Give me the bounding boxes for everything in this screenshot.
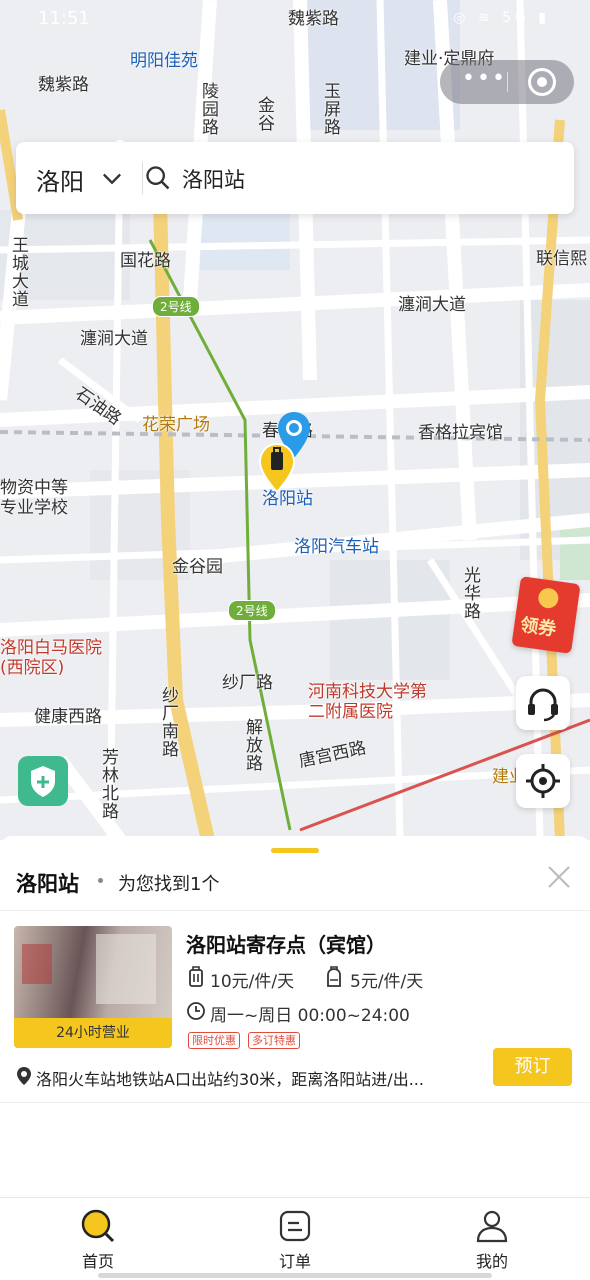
tab-home[interactable]: 首页	[0, 1198, 196, 1280]
shield-icon	[31, 766, 55, 797]
map-label: 国花路	[120, 251, 171, 271]
locate-me-button[interactable]	[516, 754, 570, 808]
map-label: 健康西路	[34, 707, 102, 727]
chevron-down-icon[interactable]	[98, 164, 126, 192]
customer-service-button[interactable]	[516, 676, 570, 730]
map-label: 香格拉宾馆	[418, 423, 503, 443]
tab-home-label: 首页	[81, 1252, 114, 1271]
map-label: 王城大道	[8, 236, 28, 308]
map-label: 瀍涧大道	[80, 329, 148, 349]
home-indicator[interactable]	[98, 1273, 492, 1278]
metro-line-badge: 2号线	[152, 296, 200, 317]
locate-icon	[526, 764, 560, 798]
map-label: 河南科技大学第二附属医院	[308, 682, 427, 722]
promo-tag: 限时优惠	[188, 1032, 240, 1049]
map-label: 玉屏路	[320, 82, 340, 136]
sheet-drag-handle[interactable]	[271, 848, 319, 853]
backpack-price: 5元/件/天	[350, 972, 424, 992]
city-selector[interactable]: 洛阳	[36, 162, 84, 197]
miniprogram-capsule: •••	[440, 60, 574, 104]
backpack-icon	[327, 966, 341, 987]
search-icon	[146, 166, 170, 190]
divider	[142, 162, 143, 194]
status-icons: ◎ ≋ 5G ▮	[453, 10, 550, 26]
luggage-price: 10元/件/天	[210, 972, 295, 992]
insurance-button[interactable]	[18, 756, 68, 806]
headset-icon	[528, 688, 558, 722]
map-label: 联信熙	[536, 249, 587, 269]
map-label: 陵园路	[198, 82, 218, 136]
search-input[interactable]: 洛阳站	[182, 164, 245, 194]
map-label: 纱厂南路	[158, 686, 178, 758]
map-label: 洛阳白马医院(西院区)	[0, 638, 102, 678]
result-sheet: 洛阳站 为您找到1个 24小时营业 洛阳站寄存点（宾馆） 10元/件/天 5元/…	[0, 836, 590, 1198]
map-label: 花荣广场	[142, 415, 210, 435]
map-label: 光华路	[460, 566, 480, 620]
book-button[interactable]: 预订	[493, 1048, 572, 1086]
map-label: 芳林北路	[98, 748, 118, 820]
map-label: 金谷	[254, 96, 274, 132]
separator-dot	[98, 878, 103, 883]
map-label: 瀍涧大道	[398, 295, 466, 315]
map-label: 魏紫路	[38, 75, 89, 95]
store-name: 洛阳站寄存点（宾馆）	[186, 933, 386, 957]
coupon-coin-icon	[537, 586, 560, 610]
metro-line-badge: 2号线	[228, 600, 276, 621]
close-miniprogram-icon[interactable]	[528, 68, 556, 96]
coupon-button[interactable]: 领券	[511, 576, 581, 654]
coupon-label: 领券	[518, 614, 558, 641]
order-list-icon	[279, 1210, 311, 1242]
map-label: 纱厂路	[222, 673, 273, 693]
map-label: 魏紫路	[288, 9, 339, 29]
map-label: 明阳佳苑	[130, 51, 198, 71]
search-bar: 洛阳 洛阳站	[16, 142, 574, 214]
divider	[0, 1102, 590, 1103]
map-view[interactable]: 11:51 ◎ ≋ 5G ▮ 魏紫路 明阳佳苑 陵园路 金谷 玉屏路 魏紫路 建…	[0, 0, 590, 840]
map-label: 物资中等专业学校	[0, 478, 68, 518]
suitcase-icon	[189, 966, 203, 987]
hours-badge: 24小时营业	[14, 1018, 172, 1048]
location-pin-icon	[17, 1067, 31, 1085]
result-count: 为您找到1个	[118, 874, 220, 895]
tab-orders[interactable]: 订单	[197, 1198, 393, 1280]
status-time: 11:51	[38, 8, 90, 29]
more-icon[interactable]: •••	[462, 66, 507, 91]
user-icon	[476, 1210, 508, 1243]
map-label: 解放路	[242, 718, 262, 772]
open-hours: 周一~周日 00:00~24:00	[210, 1006, 410, 1026]
tab-mine[interactable]: 我的	[394, 1198, 590, 1280]
capsule-divider	[507, 72, 508, 92]
tab-orders-label: 订单	[278, 1252, 311, 1271]
close-icon[interactable]	[546, 864, 572, 890]
promo-tag: 多订特惠	[248, 1032, 300, 1049]
map-label: 金谷园	[172, 557, 223, 577]
tab-mine-label: 我的	[475, 1252, 508, 1271]
tab-bar: 首页 订单 我的	[0, 1197, 590, 1280]
luggage-pin-icon[interactable]	[258, 442, 296, 494]
store-photo: 24小时营业	[14, 926, 172, 1048]
search-home-icon	[81, 1209, 115, 1243]
map-label: 洛阳汽车站	[294, 537, 379, 557]
store-address: 洛阳火车站地铁站A口出站约30米，距离洛阳站进/出...	[36, 1070, 424, 1089]
clock-icon	[187, 1002, 205, 1020]
divider	[0, 910, 590, 911]
result-title: 洛阳站	[16, 872, 79, 896]
